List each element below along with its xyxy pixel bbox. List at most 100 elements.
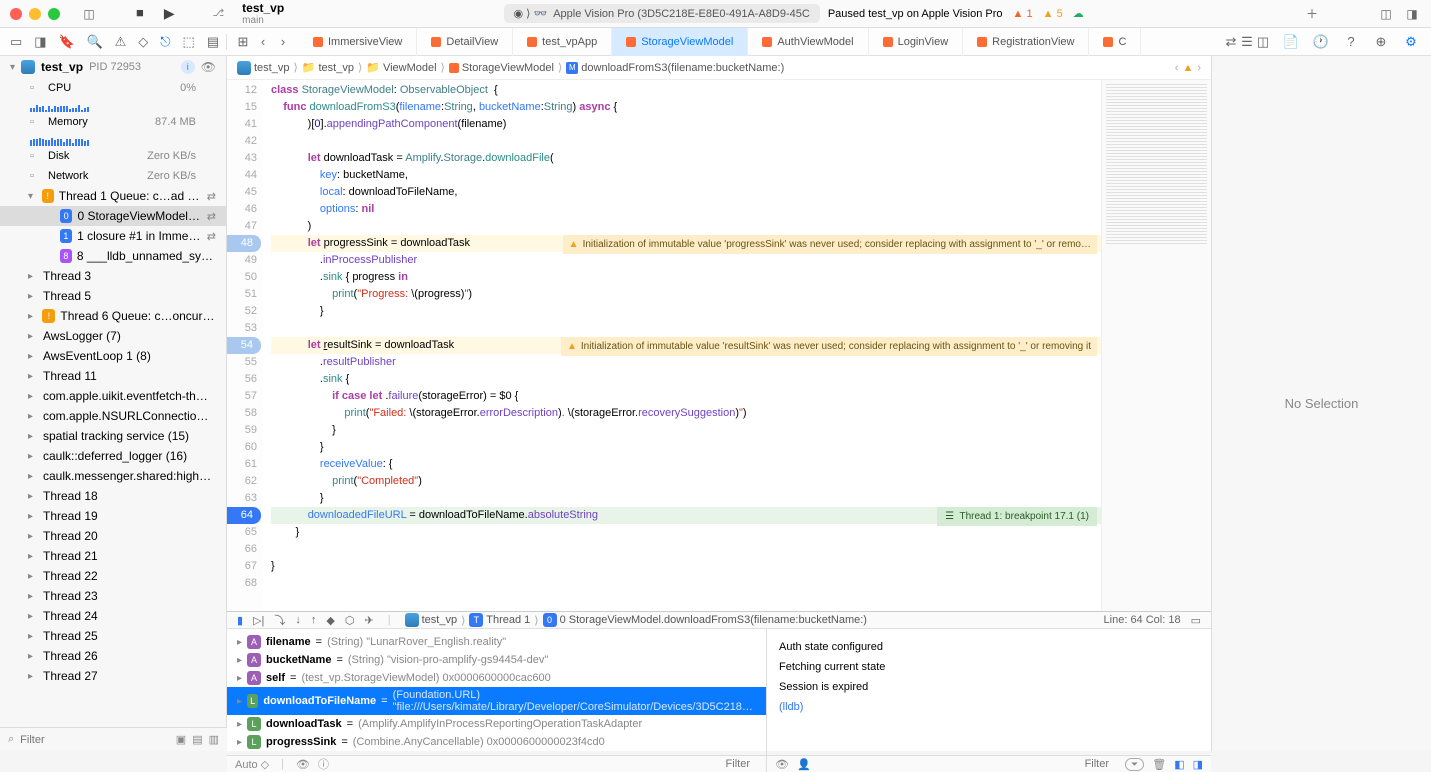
file-tab[interactable]: C	[1089, 28, 1141, 56]
scope-selector[interactable]: Auto ◇	[235, 758, 269, 771]
all-output-selector[interactable]: ⏷	[1125, 758, 1144, 771]
variable-row[interactable]: ▸LprogressSink = (Combine.AnyCancellable…	[227, 733, 766, 751]
variable-row[interactable]: ▸Afilename = (String) "LunarRover_Englis…	[227, 633, 766, 651]
history-icon[interactable]: 🕐	[1313, 34, 1329, 50]
console-filter-input[interactable]	[819, 758, 1117, 770]
file-tab[interactable]: test_vpApp	[513, 28, 612, 56]
metric-row[interactable]: ▫Memory87.4 MB	[0, 112, 226, 132]
source-editor[interactable]: 1215414243444546474849505152535455565758…	[227, 80, 1211, 611]
code-content[interactable]: class StorageViewModel: ObservableObject…	[263, 80, 1101, 611]
thread-item[interactable]: ▸Thread 5	[0, 286, 226, 306]
disclosure-icon[interactable]: ▸	[237, 719, 242, 730]
disclosure-icon[interactable]: ▸	[28, 331, 38, 342]
split-editor-icon[interactable]: ◫	[1255, 34, 1271, 50]
disclosure-icon[interactable]: ▸	[28, 351, 38, 362]
tab-list-icon[interactable]: ☰	[1239, 34, 1255, 50]
print-description-icon[interactable]: ⓘ	[318, 756, 329, 772]
visibility-icon[interactable]: 👁	[201, 60, 216, 74]
breakpoint-icon[interactable]: ⬚	[183, 34, 195, 50]
issue-indicator-icon[interactable]: ▲	[1182, 62, 1193, 74]
thread-item[interactable]: ▸Thread 11	[0, 366, 226, 386]
metric-row[interactable]: ▫CPU0%	[0, 78, 226, 98]
file-tab[interactable]: DetailView	[417, 28, 513, 56]
doc-icon[interactable]: 📄	[1283, 34, 1299, 50]
run-button[interactable]: ▶	[164, 5, 175, 22]
disclosure-icon[interactable]: ▸	[28, 371, 38, 382]
debug-crumb[interactable]: T Thread 1	[469, 613, 530, 627]
zoom-window-button[interactable]	[48, 8, 60, 20]
thread-item[interactable]: ▸com.apple.uikit.eventfetch-th…	[0, 386, 226, 406]
thread-item[interactable]: ▸!Thread 6 Queue: c…oncurrent)	[0, 306, 226, 326]
bookmark-icon[interactable]: 🔖	[59, 34, 75, 50]
hide-variables-icon[interactable]: ◧	[1174, 758, 1184, 771]
disclosure-icon[interactable]: ▸	[237, 673, 242, 684]
disclosure-icon[interactable]: ▾	[28, 191, 37, 202]
sidebar-toggle-icon[interactable]: ◫	[80, 5, 98, 23]
thread-item[interactable]: 11 closure #1 in Immersiv…⇄	[0, 226, 226, 246]
inline-warning[interactable]: ▲Initialization of immutable value 'resu…	[561, 337, 1097, 356]
test-icon[interactable]: ◇	[138, 34, 148, 50]
trash-icon[interactable]: 🗑	[1152, 758, 1166, 771]
disclosure-icon[interactable]: ▸	[28, 591, 38, 602]
step-out-icon[interactable]: ↑	[311, 614, 317, 626]
file-tab[interactable]: StorageViewModel	[612, 28, 748, 56]
find-icon[interactable]: 🔍	[87, 34, 103, 50]
warning-indicator[interactable]: ▲ 5	[1043, 8, 1063, 20]
filter-option-2-icon[interactable]: ▤	[192, 733, 202, 746]
thread-item[interactable]: ▸com.apple.NSURLConnectio…	[0, 406, 226, 426]
environment-icon[interactable]: ✈	[364, 614, 373, 627]
breadcrumb-item[interactable]: StorageViewModel	[449, 62, 554, 74]
variable-row[interactable]: ▸LdownloadToFileName = (Foundation.URL) …	[227, 687, 766, 715]
next-issue-icon[interactable]: ›	[1197, 62, 1201, 74]
project-navigator-icon[interactable]: ▭	[10, 34, 22, 50]
debug-jump-bar[interactable]: test_vp ⟩ T Thread 1 ⟩ 0 0 StorageViewMo…	[405, 613, 867, 627]
file-tab[interactable]: RegistrationView	[963, 28, 1089, 56]
thread-item[interactable]: ▸AwsEventLoop 1 (8)	[0, 346, 226, 366]
prev-issue-icon[interactable]: ‹	[1175, 62, 1179, 74]
debug-crumb[interactable]: 0 0 StorageViewModel.downloadFromS3(file…	[543, 613, 867, 627]
disclosure-icon[interactable]: ▸	[28, 491, 38, 502]
thread-item[interactable]: ▸caulk.messenger.shared:high…	[0, 466, 226, 486]
inline-warning[interactable]: ▲Initialization of immutable value 'prog…	[563, 235, 1097, 254]
quicklook-icon[interactable]: 👁	[296, 758, 310, 771]
console-scope-icon[interactable]: 👁	[775, 758, 789, 771]
source-control-icon[interactable]: ◨	[34, 34, 46, 50]
process-header[interactable]: ▾ test_vp PID 72953 i 👁	[0, 56, 226, 78]
thread-item[interactable]: ▸Thread 26	[0, 646, 226, 666]
adjust-icon[interactable]: ⚙	[1403, 34, 1419, 50]
add-tab-button[interactable]: ＋	[1303, 5, 1321, 23]
shuffle-icon[interactable]: ⇄	[207, 190, 216, 203]
disclosure-icon[interactable]: ▸	[237, 737, 242, 748]
file-tab[interactable]: ImmersiveView	[299, 28, 417, 56]
forward-button[interactable]: ›	[275, 34, 291, 50]
thread-item[interactable]: ▸Thread 22	[0, 566, 226, 586]
disclosure-icon[interactable]: ▸	[28, 431, 38, 442]
inspector-toggle-icon[interactable]: ◨	[1403, 5, 1421, 23]
thread-item[interactable]: ▸Thread 25	[0, 626, 226, 646]
breadcrumb-item[interactable]: M downloadFromS3(filename:bucketName:)	[566, 62, 784, 74]
disclosure-icon[interactable]: ▾	[10, 62, 15, 73]
file-tab[interactable]: LoginView	[869, 28, 964, 56]
thread-item[interactable]: ▾!Thread 1 Queue: c…ad (serial)⇄	[0, 186, 226, 206]
disclosure-icon[interactable]: ▸	[28, 551, 38, 562]
variable-row[interactable]: ▸AbucketName = (String) "vision-pro-ampl…	[227, 651, 766, 669]
disclosure-icon[interactable]: ▸	[28, 271, 38, 282]
scheme-selector[interactable]: ⎇	[213, 8, 225, 19]
disclosure-icon[interactable]: ▸	[28, 611, 38, 622]
memory-graph-icon[interactable]: ⬡	[345, 614, 355, 627]
debug-crumb[interactable]: test_vp	[405, 613, 458, 627]
breakpoint-indicator[interactable]: ☰ Thread 1: breakpoint 17.1 (1)	[937, 507, 1097, 526]
thread-item[interactable]: 00 StorageViewModel.do…⇄	[0, 206, 226, 226]
cloud-status-icon[interactable]: ☁	[1073, 7, 1084, 20]
shuffle-icon[interactable]: ⇄	[207, 230, 216, 243]
editor-options-icon[interactable]: ▭	[1191, 614, 1201, 627]
disclosure-icon[interactable]: ▸	[28, 511, 38, 522]
thread-item[interactable]: ▸Thread 24	[0, 606, 226, 626]
line-gutter[interactable]: 1215414243444546474849505152535455565758…	[227, 80, 263, 611]
close-window-button[interactable]	[10, 8, 22, 20]
disclosure-icon[interactable]: ▸	[28, 451, 38, 462]
view-debug-icon[interactable]: ◆	[326, 614, 334, 627]
disclosure-icon[interactable]: ▸	[28, 471, 38, 482]
minimize-window-button[interactable]	[29, 8, 41, 20]
disclosure-icon[interactable]: ▸	[28, 631, 38, 642]
